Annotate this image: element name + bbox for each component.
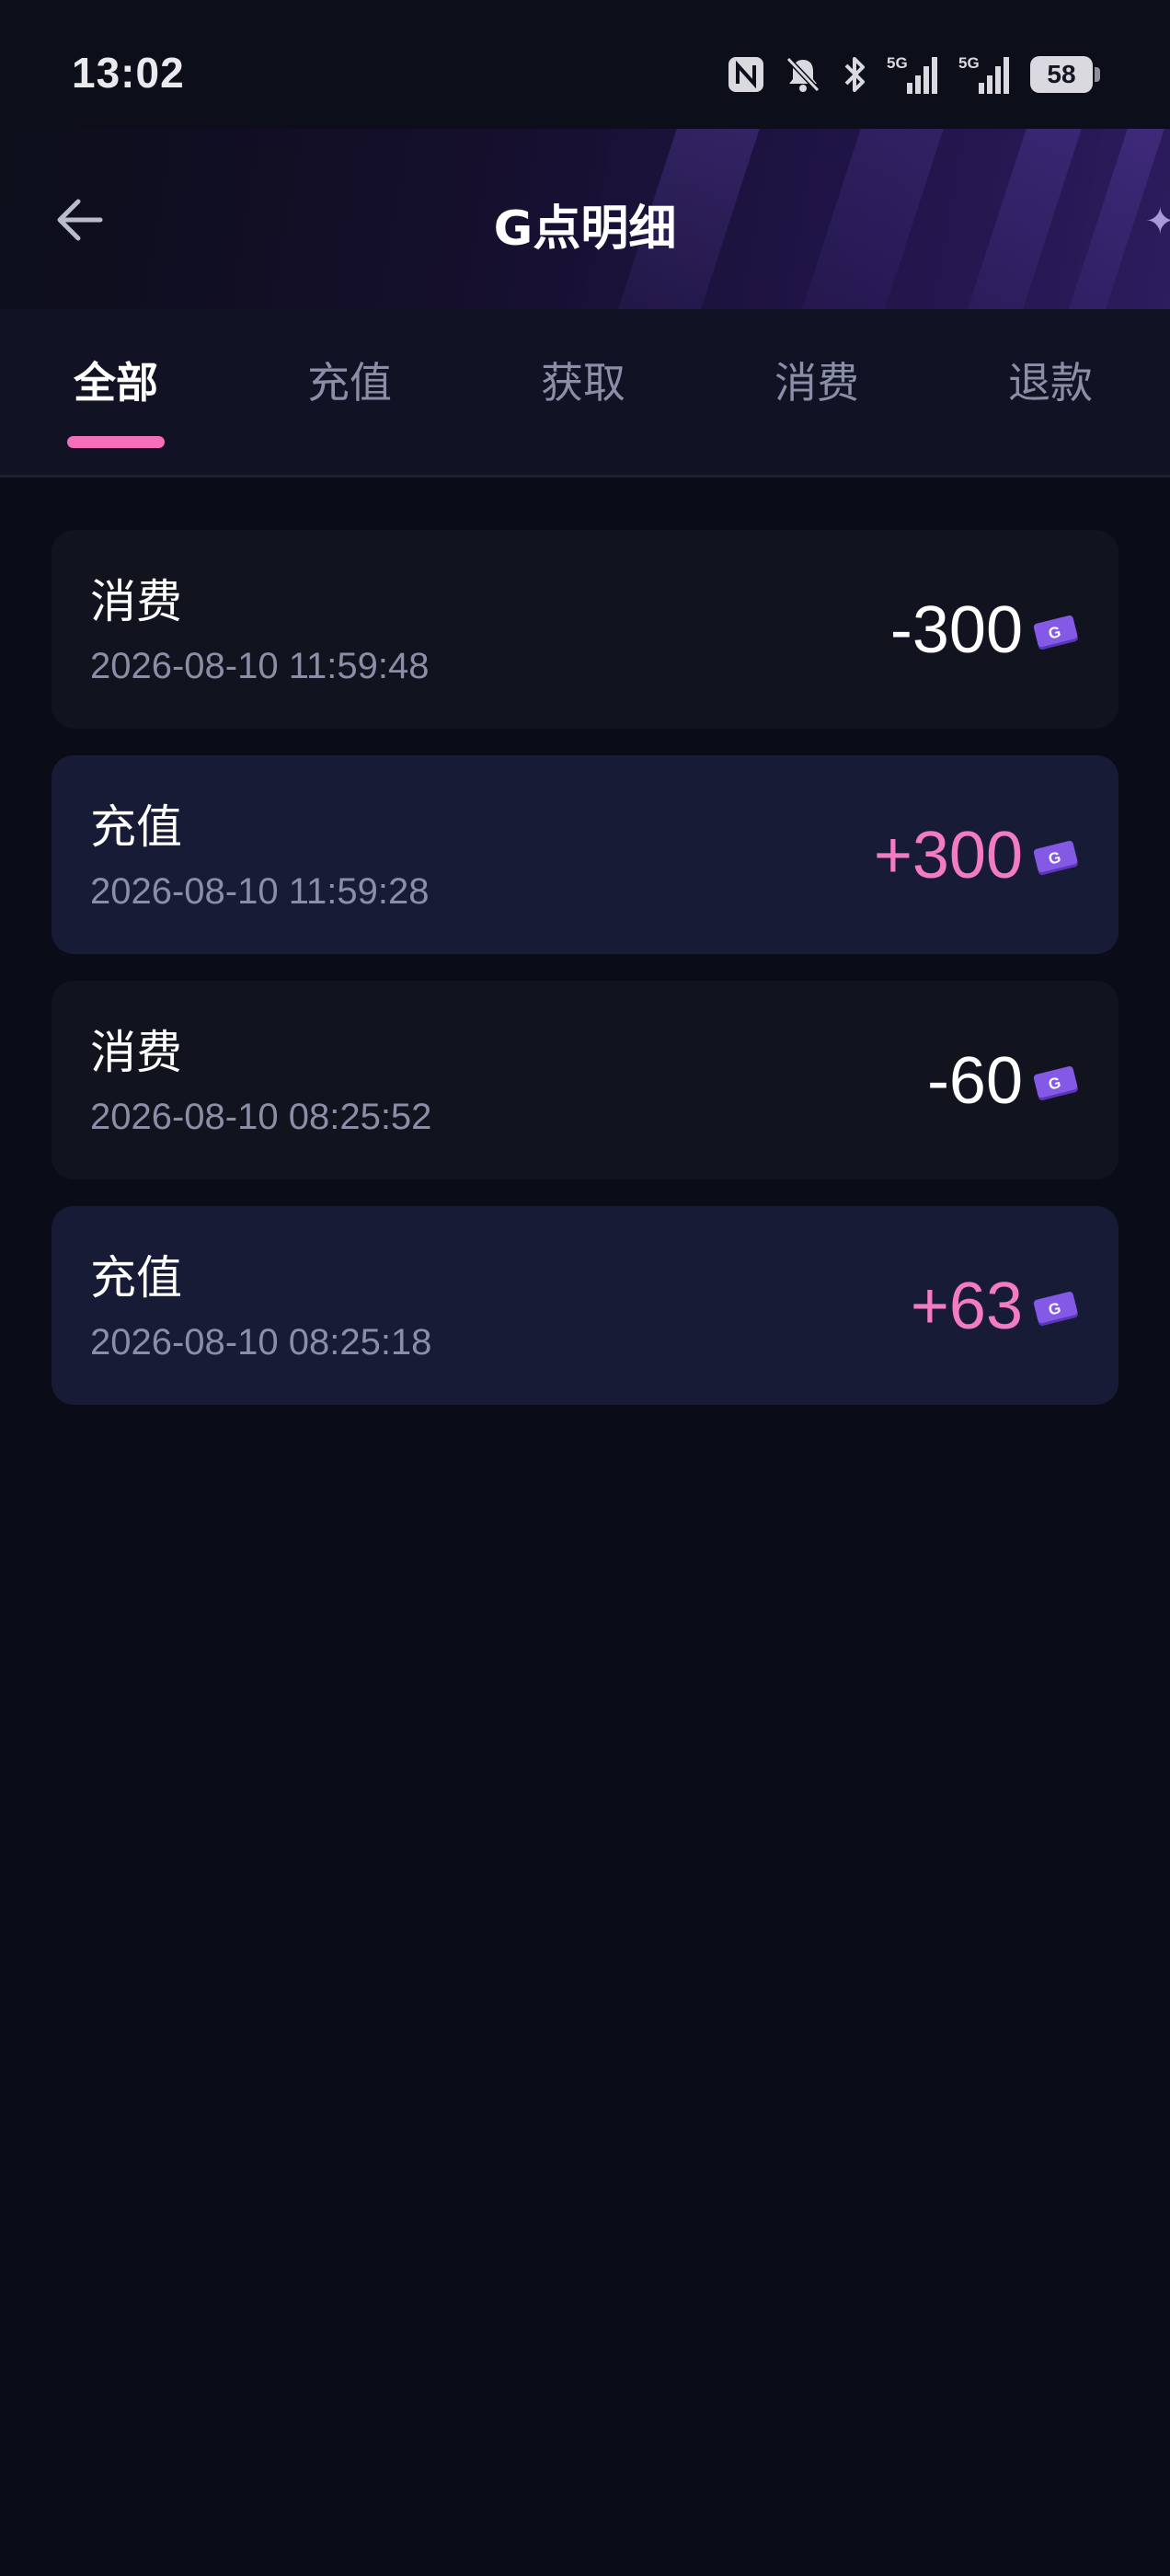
record-amount: +300 (873, 819, 1023, 892)
status-icons: 5G 5G 58 (727, 48, 1100, 101)
record-time: 2026-08-10 08:25:52 (90, 1097, 432, 1137)
page-title: G点明细 (493, 201, 677, 257)
tab-all[interactable]: 全部 (47, 350, 185, 410)
g-coin-icon: G (1033, 840, 1078, 876)
bell-muted-icon (784, 54, 822, 95)
g-coin-icon: G (1033, 1291, 1078, 1327)
nfc-icon (727, 55, 765, 94)
record-type: 消费 (90, 575, 182, 628)
record-type: 消费 (90, 1026, 182, 1079)
network-label-1: 5G (887, 54, 908, 72)
g-coin-icon: G (1033, 615, 1078, 650)
battery-icon: 58 (1030, 56, 1100, 93)
status-time: 13:02 (72, 49, 185, 97)
record-time: 2026-08-10 11:59:28 (90, 871, 430, 912)
header-banner: ✦ G点明细 (0, 129, 1170, 309)
record-item[interactable]: 消费 2026-08-10 11:59:48 -300 G (52, 530, 1118, 729)
record-item[interactable]: 充值 2026-08-10 11:59:28 +300 G (52, 755, 1118, 954)
tab-consume[interactable]: 消费 (748, 350, 886, 410)
record-type: 充值 (90, 1251, 182, 1305)
record-amount: -300 (889, 593, 1023, 667)
g-coin-icon: G (1033, 1065, 1078, 1101)
tab-earn[interactable]: 获取 (514, 350, 652, 410)
record-item[interactable]: 充值 2026-08-10 08:25:18 +63 G (52, 1206, 1118, 1405)
tab-recharge[interactable]: 充值 (281, 350, 419, 410)
record-time: 2026-08-10 08:25:18 (90, 1322, 432, 1363)
tab-bar: 全部 充值 获取 消费 退款 (0, 309, 1170, 477)
record-item[interactable]: 消费 2026-08-10 08:25:52 -60 G (52, 981, 1118, 1179)
record-type: 充值 (90, 800, 182, 854)
battery-level: 58 (1047, 60, 1076, 88)
network-label-2: 5G (958, 54, 980, 72)
signal-5g-icon: 5G (958, 53, 1012, 96)
signal-5g-icon: 5G (887, 53, 940, 96)
status-bar: 13:02 5G 5G 58 (0, 0, 1170, 147)
bluetooth-icon (841, 54, 868, 95)
record-time: 2026-08-10 11:59:48 (90, 646, 430, 686)
tab-active-indicator (67, 436, 165, 448)
tab-refund[interactable]: 退款 (981, 350, 1119, 410)
record-amount: -60 (926, 1044, 1023, 1118)
record-amount: +63 (910, 1270, 1023, 1343)
